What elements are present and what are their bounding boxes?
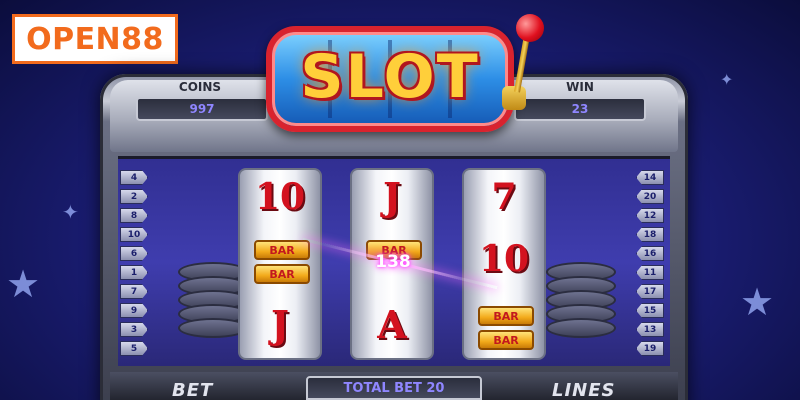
payline-tags-left: 4 2 8 10 6 1 7 9 3 5	[120, 170, 148, 360]
payline-tag[interactable]: 11	[636, 265, 664, 280]
payline-tag[interactable]: 16	[636, 246, 664, 261]
payline-tag[interactable]: 14	[636, 170, 664, 185]
payline-tag[interactable]: 17	[636, 284, 664, 299]
star-icon: ★	[740, 280, 775, 324]
payline-tags-right: 14 20 12 18 16 11 17 15 13 19	[636, 170, 664, 360]
bar-symbol: BAR	[478, 306, 534, 326]
reel-symbol: A	[377, 302, 407, 347]
total-bet-display: TOTAL BET 20	[306, 376, 482, 400]
payline-tag[interactable]: 13	[636, 322, 664, 337]
coins-display: 997	[136, 97, 268, 121]
payline-tag[interactable]: 18	[636, 227, 664, 242]
slot-sign-text: SLOT	[300, 42, 480, 112]
reel-symbol: 7	[491, 176, 517, 218]
win-display: 23	[514, 97, 646, 121]
payline-tag[interactable]: 9	[120, 303, 148, 318]
payline-tag[interactable]: 1	[120, 265, 148, 280]
payline-tag[interactable]: 19	[636, 341, 664, 356]
payline-tag[interactable]: 15	[636, 303, 664, 318]
star-icon: ★	[6, 262, 41, 306]
payline-tag[interactable]: 6	[120, 246, 148, 261]
reel-symbol: J	[383, 174, 401, 219]
payline-tag[interactable]: 7	[120, 284, 148, 299]
payline-tag[interactable]: 8	[120, 208, 148, 223]
payline-tag[interactable]: 12	[636, 208, 664, 223]
payline-tag[interactable]: 4	[120, 170, 148, 185]
payline-tag[interactable]: 20	[636, 189, 664, 204]
coins-label: COINS	[178, 80, 222, 94]
brand-logo: OPEN88	[12, 14, 178, 64]
reel-3: 7 10 BAR BAR	[462, 168, 546, 360]
win-popup-amount: 138	[375, 252, 411, 272]
bar-symbol: BAR	[254, 240, 310, 260]
reel-symbol: 10	[478, 238, 530, 280]
bet-button[interactable]: BET	[172, 380, 213, 400]
bar-symbol: BAR	[254, 264, 310, 284]
payline-tag[interactable]: 3	[120, 322, 148, 337]
reel-symbol: 10	[254, 176, 306, 218]
payline-tag[interactable]: 5	[120, 341, 148, 356]
reel-1: 10 BAR BAR J	[238, 168, 322, 360]
coin-stack-right	[546, 262, 616, 352]
star-icon: ✦	[62, 200, 79, 224]
lever-knob[interactable]	[516, 14, 544, 42]
star-icon: ✦	[720, 70, 734, 89]
payline-tag[interactable]: 2	[120, 189, 148, 204]
lines-button[interactable]: LINES	[552, 380, 616, 400]
bar-symbol: BAR	[478, 330, 534, 350]
payline-tag[interactable]: 10	[120, 227, 148, 242]
brand-logo-text: OPEN88	[26, 21, 164, 57]
win-label: WIN	[566, 80, 594, 94]
reel-symbol: J	[271, 302, 289, 347]
